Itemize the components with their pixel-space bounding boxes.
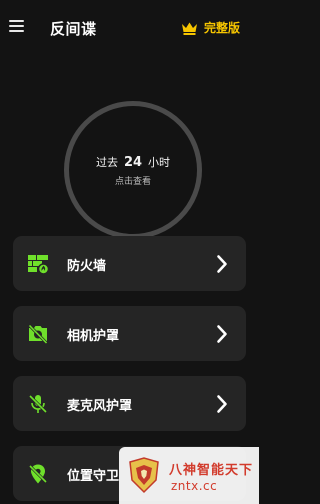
microphone-shield-label: 麦克风护罩 <box>67 399 133 414</box>
summary-prefix: 过去 <box>95 155 118 169</box>
menu-icon[interactable] <box>9 20 24 32</box>
chevron-right-icon <box>217 395 227 413</box>
firewall-label: 防火墙 <box>67 259 107 274</box>
summary-hours: 24 <box>123 154 143 170</box>
camera-off-icon <box>28 324 48 345</box>
premium-button[interactable]: 完整版 <box>181 19 240 36</box>
location-guard-label: 位置守卫 <box>67 469 120 484</box>
firewall-icon <box>28 255 49 275</box>
location-off-icon <box>28 464 48 484</box>
watermark-url: zntx.cc <box>171 479 218 493</box>
microphone-shield-card[interactable]: 麦克风护罩 <box>13 376 246 431</box>
firewall-card[interactable]: 防火墙 <box>13 236 246 291</box>
summary-period: 过去 24 小时 <box>96 154 170 170</box>
watermark-logo-icon <box>129 457 159 494</box>
watermark-title: 八神智能天下 <box>169 463 254 478</box>
top-app-bar: 反间谍 完整版 <box>0 0 259 58</box>
mic-off-icon <box>28 394 48 414</box>
app-title: 反间谍 <box>50 20 97 38</box>
chevron-right-icon <box>217 325 227 343</box>
crown-icon <box>181 22 197 35</box>
chevron-right-icon <box>217 255 227 273</box>
camera-shield-label: 相机护罩 <box>67 329 120 344</box>
camera-shield-card[interactable]: 相机护罩 <box>13 306 246 361</box>
activity-summary-ring[interactable]: 过去 24 小时 点击查看 <box>64 101 202 239</box>
watermark: 八神智能天下 zntx.cc <box>119 447 259 504</box>
summary-suffix: 小时 <box>148 155 171 169</box>
summary-hint: 点击查看 <box>114 176 151 187</box>
premium-label: 完整版 <box>203 21 240 35</box>
